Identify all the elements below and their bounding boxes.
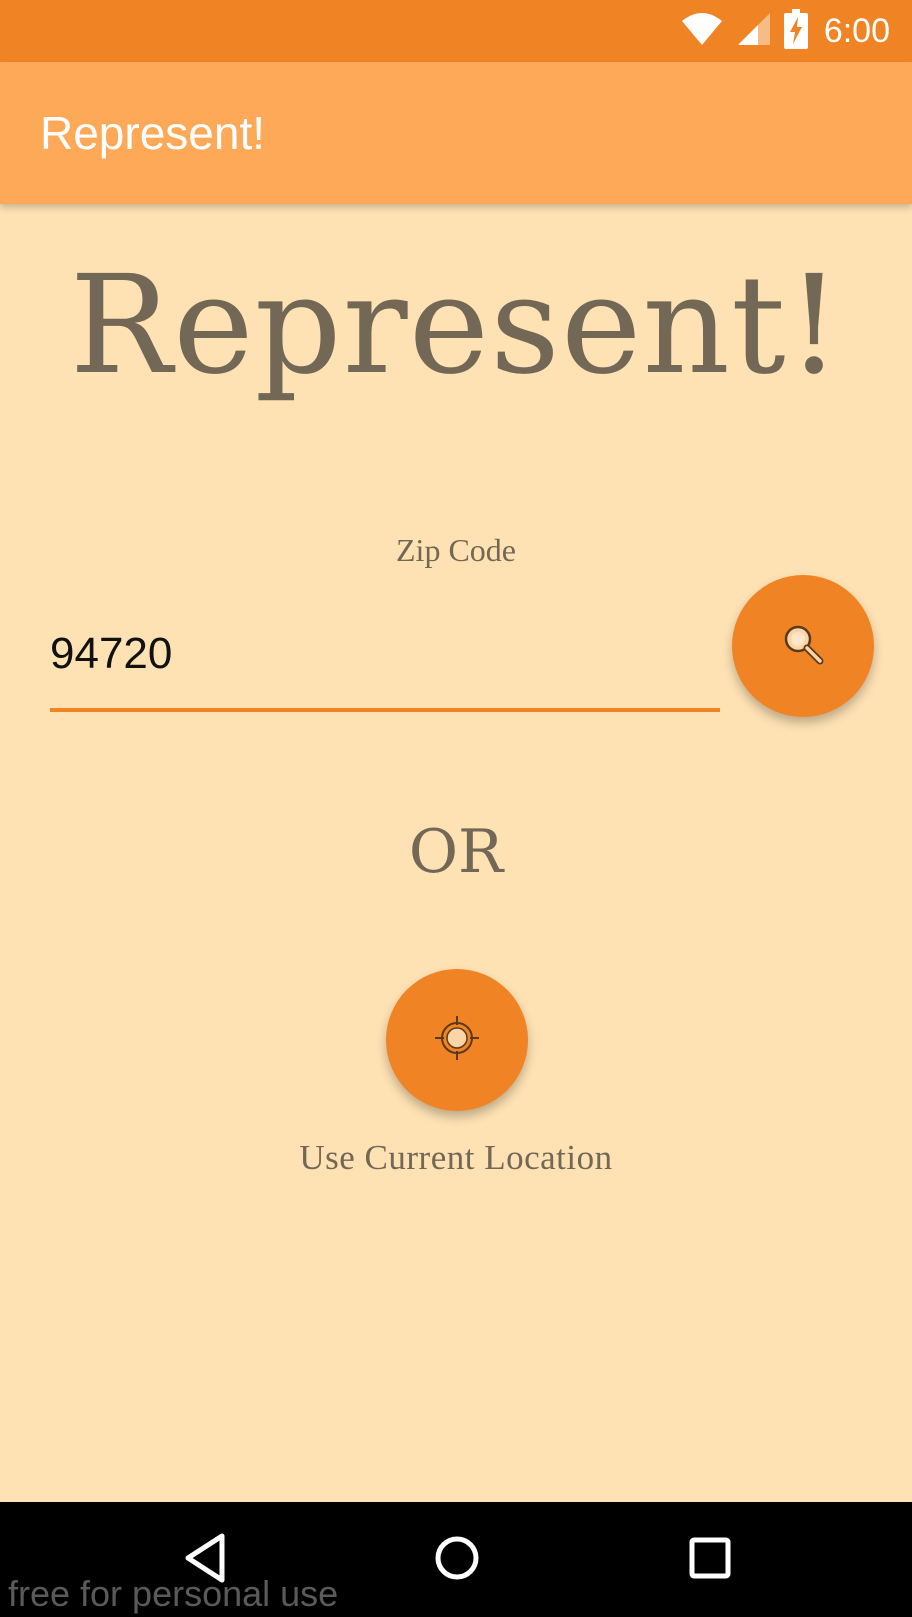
- status-time: 6:00: [823, 12, 890, 50]
- watermark-text: free for personal use: [8, 1573, 339, 1614]
- app-bar-title: Represent!: [40, 107, 266, 159]
- recents-icon: [688, 1536, 732, 1585]
- app-bar: Represent!: [0, 62, 912, 204]
- hero-title: Represent!: [69, 247, 843, 405]
- cellular-signal-icon: [736, 11, 772, 52]
- zip-code-label: Zip Code: [396, 532, 516, 568]
- status-icons: 6:00: [680, 0, 890, 62]
- home-button[interactable]: [429, 1532, 485, 1588]
- status-bar: 6:00: [0, 0, 912, 62]
- home-icon: [433, 1534, 481, 1587]
- zip-code-input[interactable]: [50, 622, 720, 712]
- search-icon: [780, 621, 826, 672]
- use-current-location-label: Use Current Location: [299, 1138, 613, 1177]
- recents-button[interactable]: [682, 1532, 738, 1588]
- search-button[interactable]: [732, 575, 874, 717]
- wifi-icon: [680, 11, 724, 52]
- or-separator: OR: [408, 817, 504, 887]
- current-location-button[interactable]: [386, 969, 528, 1111]
- location-crosshair-icon: [432, 1013, 482, 1068]
- battery-charging-icon: [783, 8, 808, 54]
